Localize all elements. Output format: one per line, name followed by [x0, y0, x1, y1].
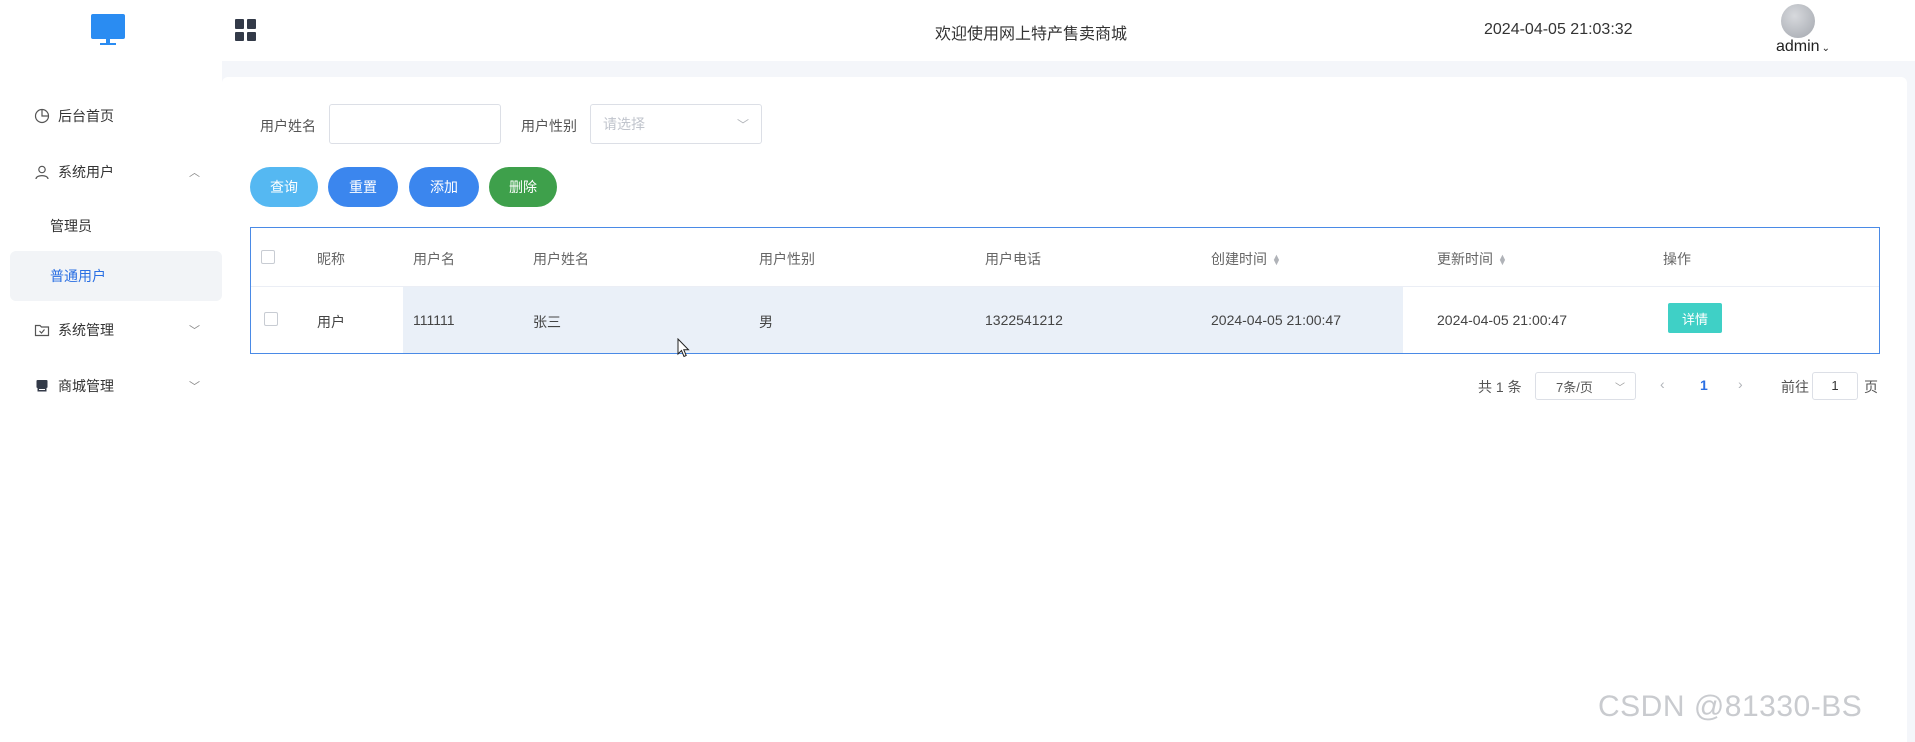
user-menu[interactable]: admin ⌄ — [1776, 38, 1830, 56]
user-icon — [35, 165, 49, 180]
select-all-checkbox[interactable] — [261, 250, 275, 264]
goto-prefix: 前往 — [1781, 379, 1809, 395]
user-table: 昵称 用户名 用户姓名 用户性别 用户电话 创建时间 ▲ ▼ 更新时间 ▲ ▼ 操作 用… — [250, 227, 1880, 354]
cell-updated: 2024-04-05 21:00:47 — [1437, 312, 1567, 328]
header-actions: 操作 — [1663, 251, 1691, 267]
grid-menu-icon[interactable] — [235, 19, 257, 41]
gender-filter-label: 用户性别 — [521, 118, 577, 134]
monitor-logo-icon[interactable] — [91, 14, 125, 46]
chevron-down-icon: ﹀ — [736, 118, 749, 132]
detail-button[interactable]: 详情 — [1668, 303, 1722, 333]
header-created-label: 创建时间 — [1211, 251, 1267, 267]
cell-realname: 张三 — [533, 314, 561, 330]
pagination-total: 共 1 条 — [1478, 379, 1522, 395]
sidebar-item-label: 管理员 — [50, 218, 92, 234]
cell-username: 111111 — [413, 312, 455, 328]
cell-created: 2024-04-05 21:00:47 — [1211, 312, 1341, 328]
header-realname: 用户姓名 — [533, 251, 589, 267]
site-title: 欢迎使用网上特产售卖商城 — [935, 26, 1128, 43]
next-page-icon[interactable]: › — [1738, 376, 1743, 392]
gender-filter-select[interactable]: 请选择 ﹀ — [590, 104, 762, 144]
header-updated[interactable]: 更新时间 ▲ ▼ — [1437, 249, 1507, 269]
gender-filter-placeholder: 请选择 — [603, 116, 645, 132]
page-size-value: 7条/页 — [1556, 379, 1593, 395]
cell-phone: 1322541212 — [985, 312, 1063, 328]
sidebar-item-label: 普通用户 — [50, 268, 106, 284]
name-filter-input[interactable] — [329, 104, 501, 144]
page-size-select[interactable]: 7条/页 ﹀ — [1535, 372, 1636, 400]
pie-chart-icon — [34, 108, 50, 124]
chevron-down-icon: ﹀ — [189, 381, 200, 393]
sidebar-item-label: 商城管理 — [58, 378, 114, 394]
sidebar-item-normal-users[interactable]: 普通用户 — [10, 251, 222, 301]
sidebar-item-shop-management[interactable]: 商城管理 ﹀ — [0, 361, 222, 411]
table-header: 昵称 用户名 用户姓名 用户性别 用户电话 创建时间 ▲ ▼ 更新时间 ▲ ▼ 操作 — [251, 228, 1879, 287]
username-label: admin — [1776, 38, 1820, 55]
sidebar-item-label: 后台首页 — [58, 108, 114, 124]
sidebar-item-label: 系统管理 — [58, 322, 114, 338]
sidebar: 后台首页 系统用户 ︿ 管理员 普通用户 系统管理 ﹀ 商城管理 ﹀ — [0, 61, 222, 742]
folder-check-icon — [34, 324, 50, 337]
store-icon — [36, 380, 48, 392]
sort-icon[interactable]: ▲ ▼ — [1272, 253, 1281, 267]
current-page[interactable]: 1 — [1700, 377, 1708, 393]
header-phone: 用户电话 — [985, 251, 1041, 267]
top-header: 欢迎使用网上特产售卖商城 2024-04-05 21:03:32 admin ⌄ — [0, 0, 1915, 61]
mouse-cursor-icon — [677, 338, 690, 358]
sidebar-item-system-users[interactable]: 系统用户 ︿ — [0, 147, 222, 197]
cell-gender: 男 — [759, 314, 773, 330]
query-button[interactable]: 查询 — [250, 167, 318, 207]
cell-nickname: 用户 — [317, 314, 345, 330]
chevron-down-icon: ﹀ — [189, 325, 200, 337]
watermark: CSDN @81330-BS — [1598, 690, 1863, 723]
chevron-down-icon: ﹀ — [1615, 382, 1625, 394]
row-checkbox[interactable] — [264, 312, 278, 326]
header-updated-label: 更新时间 — [1437, 251, 1493, 267]
current-datetime: 2024-04-05 21:03:32 — [1484, 21, 1633, 38]
header-username: 用户名 — [413, 251, 455, 267]
goto-suffix: 页 — [1864, 379, 1878, 395]
sidebar-item-admins[interactable]: 管理员 — [10, 201, 222, 251]
reset-button[interactable]: 重置 — [328, 167, 398, 207]
sidebar-item-system-management[interactable]: 系统管理 ﹀ — [0, 305, 222, 355]
name-filter-label: 用户姓名 — [260, 118, 316, 134]
header-nickname: 昵称 — [317, 251, 345, 267]
sidebar-item-dashboard[interactable]: 后台首页 — [0, 91, 222, 141]
add-button[interactable]: 添加 — [409, 167, 479, 207]
delete-button[interactable]: 删除 — [489, 167, 557, 207]
sort-icon[interactable]: ▲ ▼ — [1498, 253, 1507, 267]
avatar[interactable] — [1781, 4, 1815, 38]
chevron-down-icon: ⌄ — [1821, 43, 1830, 54]
chevron-up-icon: ︿ — [189, 167, 200, 179]
header-created[interactable]: 创建时间 ▲ ▼ — [1211, 249, 1281, 269]
sidebar-item-label: 系统用户 — [58, 164, 114, 180]
table-row[interactable]: 用户 111111 张三 男 1322541212 2024-04-05 21:… — [251, 287, 1879, 353]
header-gender: 用户性别 — [759, 251, 815, 267]
prev-page-icon[interactable]: ‹ — [1660, 376, 1665, 392]
goto-page-input[interactable]: 1 — [1812, 372, 1858, 400]
